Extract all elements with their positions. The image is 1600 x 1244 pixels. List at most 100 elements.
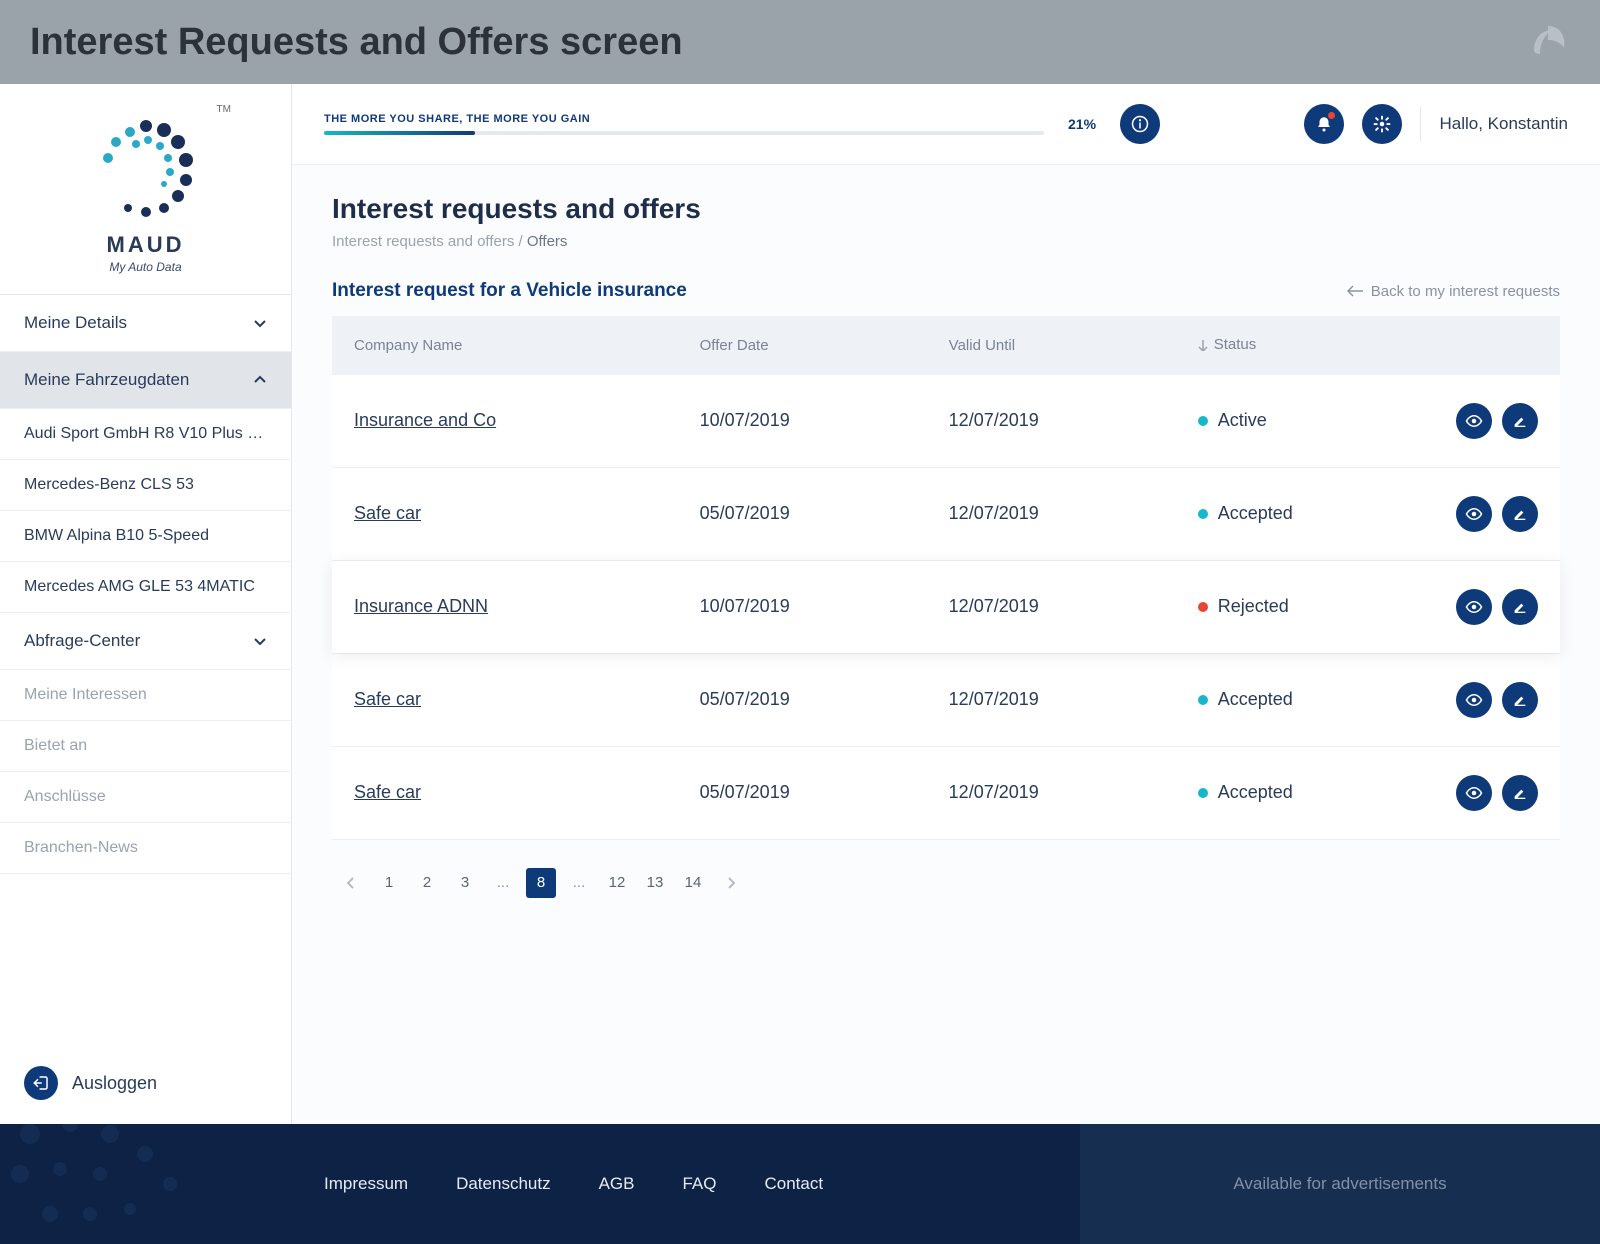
nav-group-label: Meine Details — [24, 313, 127, 333]
info-icon-button[interactable] — [1120, 104, 1160, 144]
offer-date-cell: 05/07/2019 — [678, 746, 927, 839]
edit-action-button[interactable] — [1502, 775, 1538, 811]
pagination-ellipsis: ... — [564, 868, 594, 898]
nav-group[interactable]: Meine Details — [0, 295, 291, 352]
col-status[interactable]: Status — [1176, 316, 1434, 375]
pagination-next[interactable] — [716, 868, 746, 898]
status-dot-icon — [1198, 602, 1208, 612]
progress-fill — [324, 131, 475, 135]
breadcrumb: Interest requests and offers / Offers — [332, 233, 1560, 250]
pagination-page[interactable]: 3 — [450, 868, 480, 898]
footer-link[interactable]: Impressum — [324, 1174, 408, 1194]
status-label: Accepted — [1218, 503, 1293, 524]
view-action-button[interactable] — [1456, 496, 1492, 532]
edit-action-button[interactable] — [1502, 682, 1538, 718]
settings-button[interactable] — [1362, 104, 1402, 144]
nav-sub-item[interactable]: Mercedes-Benz CLS 53 — [0, 460, 291, 511]
col-offer-date[interactable]: Offer Date — [678, 316, 927, 375]
greeting-text: Hallo, Konstantin — [1439, 114, 1568, 134]
footer-link[interactable]: Contact — [765, 1174, 824, 1194]
footer-link[interactable]: FAQ — [682, 1174, 716, 1194]
notifications-button[interactable] — [1304, 104, 1344, 144]
progress-bar — [324, 131, 1044, 135]
nav-group[interactable]: Abfrage-Center — [0, 613, 291, 670]
status-dot-icon — [1198, 416, 1208, 426]
nav-sub-item[interactable]: Branchen-News — [0, 823, 291, 874]
status-cell: Active — [1198, 410, 1412, 431]
table-row: Safe car 05/07/2019 12/07/2019 Accepted — [332, 467, 1560, 560]
pagination-page[interactable]: 1 — [374, 868, 404, 898]
notification-dot-icon — [1328, 112, 1335, 119]
main-area: THE MORE YOU SHARE, THE MORE YOU GAIN 21… — [292, 84, 1600, 1124]
company-link[interactable]: Safe car — [354, 782, 421, 802]
logout-icon — [24, 1066, 58, 1100]
view-action-button[interactable] — [1456, 589, 1492, 625]
footer-links: Impressum Datenschutz AGB FAQ Contact — [0, 1124, 1080, 1244]
progress-block: THE MORE YOU SHARE, THE MORE YOU GAIN — [324, 113, 1044, 135]
company-link[interactable]: Safe car — [354, 689, 421, 709]
company-link[interactable]: Insurance ADNN — [354, 596, 488, 616]
status-cell: Accepted — [1198, 503, 1412, 524]
edit-action-button[interactable] — [1502, 403, 1538, 439]
nav-sub-item[interactable]: Mercedes AMG GLE 53 4MATIC — [0, 562, 291, 613]
topbar-actions: Hallo, Konstantin — [1304, 104, 1568, 144]
nav-group-label: Abfrage-Center — [24, 631, 140, 651]
progress-percent: 21% — [1068, 116, 1096, 132]
view-action-button[interactable] — [1456, 403, 1492, 439]
footer-decoration-icon — [0, 1124, 290, 1234]
pagination-prev[interactable] — [336, 868, 366, 898]
table-row: Safe car 05/07/2019 12/07/2019 Accepted — [332, 746, 1560, 839]
col-valid-until[interactable]: Valid Until — [927, 316, 1176, 375]
brand-block: TM MAUD My Auto Data — [0, 84, 291, 294]
sidebar-nav: Meine Details Meine Fahrzeugdaten Audi S… — [0, 294, 291, 874]
nav-sub-item[interactable]: Bietet an — [0, 721, 291, 772]
nav-group[interactable]: Meine Fahrzeugdaten — [0, 352, 291, 409]
pagination-page[interactable]: 14 — [678, 868, 708, 898]
nav-sub-item[interactable]: Audi Sport GmbH R8 V10 Plus Sp... — [0, 409, 291, 460]
status-dot-icon — [1198, 695, 1208, 705]
progress-label: THE MORE YOU SHARE, THE MORE YOU GAIN — [324, 113, 1044, 125]
valid-until-cell: 12/07/2019 — [927, 375, 1176, 468]
company-link[interactable]: Safe car — [354, 503, 421, 523]
pagination-page[interactable]: 2 — [412, 868, 442, 898]
chevron-up-icon — [253, 373, 267, 387]
status-cell: Accepted — [1198, 782, 1412, 803]
status-cell: Accepted — [1198, 689, 1412, 710]
nav-group-label: Meine Fahrzeugdaten — [24, 370, 189, 390]
pagination-page[interactable]: 13 — [640, 868, 670, 898]
divider — [1420, 106, 1421, 142]
view-action-button[interactable] — [1456, 682, 1492, 718]
brand-tagline: My Auto Data — [109, 260, 181, 274]
logout-button[interactable]: Ausloggen — [0, 1042, 291, 1124]
back-link-label: Back to my interest requests — [1371, 283, 1560, 300]
status-label: Accepted — [1218, 782, 1293, 803]
col-company[interactable]: Company Name — [332, 316, 678, 375]
pagination: 123...8...121314 — [332, 840, 1560, 926]
footer-ad-slot: Available for advertisements — [1080, 1124, 1600, 1244]
back-link[interactable]: Back to my interest requests — [1347, 283, 1560, 300]
offer-date-cell: 05/07/2019 — [678, 653, 927, 746]
table-row: Insurance and Co 10/07/2019 12/07/2019 A… — [332, 375, 1560, 468]
status-label: Active — [1218, 410, 1267, 431]
status-dot-icon — [1198, 788, 1208, 798]
nav-sub-item[interactable]: BMW Alpina B10 5-Speed — [0, 511, 291, 562]
edit-action-button[interactable] — [1502, 589, 1538, 625]
arrow-left-icon — [1347, 285, 1363, 297]
page-title: Interest requests and offers — [332, 193, 1560, 225]
leaf-logo-icon — [1526, 20, 1570, 64]
valid-until-cell: 12/07/2019 — [927, 653, 1176, 746]
valid-until-cell: 12/07/2019 — [927, 560, 1176, 653]
nav-sub-item[interactable]: Anschlüsse — [0, 772, 291, 823]
company-link[interactable]: Insurance and Co — [354, 410, 496, 430]
table-row: Insurance ADNN 10/07/2019 12/07/2019 Rej… — [332, 560, 1560, 653]
view-action-button[interactable] — [1456, 775, 1492, 811]
edit-action-button[interactable] — [1502, 496, 1538, 532]
pagination-page[interactable]: 12 — [602, 868, 632, 898]
footer-link[interactable]: AGB — [599, 1174, 635, 1194]
sort-desc-icon — [1198, 339, 1208, 351]
nav-sub-item[interactable]: Meine Interessen — [0, 670, 291, 721]
footer-link[interactable]: Datenschutz — [456, 1174, 551, 1194]
chevron-down-icon — [253, 634, 267, 648]
breadcrumb-root[interactable]: Interest requests and offers — [332, 233, 514, 250]
pagination-page[interactable]: 8 — [526, 868, 556, 898]
